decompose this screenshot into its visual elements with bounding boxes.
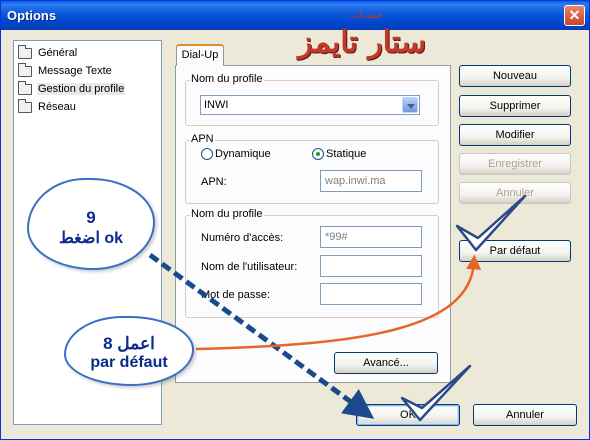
radio-dynamique[interactable]: Dynamique [201, 148, 271, 160]
folder-icon [18, 44, 32, 59]
profile-select[interactable]: INWI [200, 95, 420, 115]
chevron-down-icon[interactable] [402, 97, 418, 113]
access-number-input[interactable]: *99# [320, 226, 422, 248]
modify-profile-button[interactable]: Modifier [459, 124, 571, 146]
tree-item-label: Message Texte [38, 65, 112, 77]
access-number-label: Numéro d'accès: [201, 232, 284, 244]
tree-item-label: Général [38, 47, 78, 59]
folder-icon [18, 80, 32, 95]
window-title: Options [7, 8, 57, 23]
callout-line: 9 [86, 208, 96, 227]
profile-select-value: INWI [204, 99, 229, 111]
radio-icon[interactable] [201, 148, 213, 160]
tree-item-general[interactable]: Général [18, 44, 78, 61]
advanced-button[interactable]: Avancé... [334, 352, 438, 374]
username-label: Nom de l'utilisateur: [201, 261, 298, 273]
radio-label: Dynamique [215, 148, 271, 160]
delete-profile-button[interactable]: Supprimer [459, 95, 571, 117]
apn-input[interactable]: wap.inwi.ma [320, 170, 422, 192]
new-profile-button[interactable]: Nouveau [459, 65, 571, 87]
cancel-profile-button[interactable]: Annuler [459, 182, 571, 204]
callout-line: par défaut [90, 354, 168, 371]
folder-icon [18, 62, 32, 77]
callout-line: 8 اعمل [103, 334, 155, 353]
username-input[interactable] [320, 255, 422, 277]
close-icon: ✕ [568, 7, 581, 23]
apn-label: APN: [201, 176, 227, 188]
close-button[interactable]: ✕ [564, 5, 585, 26]
tree-item-gestion-du-profile[interactable]: Gestion du profile [18, 80, 126, 97]
tab-dial-up[interactable]: Dial-Up [176, 44, 224, 66]
group-label: Nom du profile [190, 208, 264, 220]
radio-label: Statique [326, 148, 367, 160]
cancel-button[interactable]: Annuler [473, 404, 577, 426]
set-default-button[interactable]: Par défaut [459, 240, 571, 262]
password-input[interactable] [320, 283, 422, 305]
callout-step-8: 8 اعمل par défaut [64, 316, 194, 386]
tree-item-message-texte[interactable]: Message Texte [18, 62, 113, 79]
callout-line: اضغط ok [58, 230, 124, 247]
tree-item-reseau[interactable]: Réseau [18, 98, 77, 115]
save-profile-button[interactable]: Enregistrer [459, 153, 571, 175]
tree-item-label: Réseau [38, 101, 76, 113]
watermark-logo: ستار تايمز [298, 25, 426, 60]
radio-statique[interactable]: Statique [312, 148, 366, 160]
group-label: Nom du profile [190, 73, 264, 85]
group-label: APN [190, 133, 215, 145]
radio-checked-icon[interactable] [312, 148, 324, 160]
password-label: Mot de passe: [201, 289, 271, 301]
tree-item-label: Gestion du profile [37, 83, 126, 95]
folder-icon [18, 98, 32, 113]
callout-step-9: 9 اضغط ok [27, 178, 155, 270]
ok-button[interactable]: OK [356, 404, 460, 426]
